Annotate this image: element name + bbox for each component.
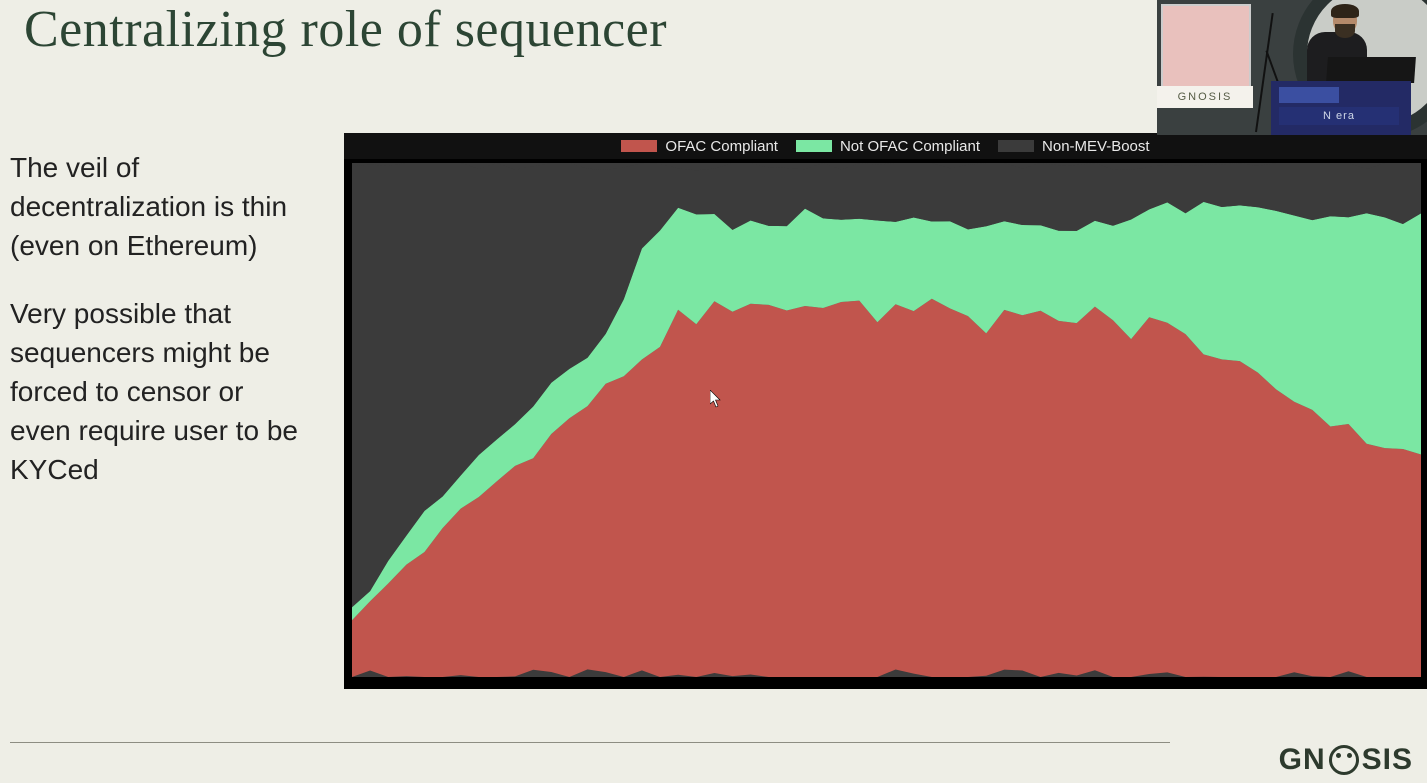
presentation-screen-mini xyxy=(1161,4,1251,90)
footer-rule xyxy=(10,742,1170,743)
screen-brand-bar: GNOSIS xyxy=(1157,86,1253,108)
legend-item-non-mev: Non-MEV-Boost xyxy=(998,138,1150,155)
legend-item-ofac: OFAC Compliant xyxy=(621,138,778,155)
laptop-icon xyxy=(1326,57,1416,83)
slide-body: The veil of decentralization is thin (ev… xyxy=(10,148,310,518)
podium-sponsor-2: N era xyxy=(1279,107,1399,125)
speaker-camera-inset: GNOSIS N era xyxy=(1157,0,1427,135)
chart-svg xyxy=(352,163,1421,677)
chart-legend: OFAC Compliant Not OFAC Compliant Non-ME… xyxy=(344,133,1427,159)
legend-swatch-ofac xyxy=(621,140,657,152)
legend-item-not-ofac: Not OFAC Compliant xyxy=(796,138,980,155)
podium: N era xyxy=(1271,81,1411,135)
logo-part-sis: SIS xyxy=(1362,743,1413,777)
podium-sponsor-1 xyxy=(1279,87,1339,103)
chart-plot-area xyxy=(352,163,1421,677)
slide-title: Centralizing role of sequencer xyxy=(24,0,667,59)
legend-swatch-non-mev xyxy=(998,140,1034,152)
paragraph-1: The veil of decentralization is thin (ev… xyxy=(10,148,310,266)
stacked-area-chart: OFAC Compliant Not OFAC Compliant Non-ME… xyxy=(344,133,1427,689)
legend-label-non-mev: Non-MEV-Boost xyxy=(1042,138,1150,155)
legend-label-ofac: OFAC Compliant xyxy=(665,138,778,155)
logo-part-gn: GN xyxy=(1279,743,1326,777)
owl-icon xyxy=(1329,745,1359,775)
legend-label-not-ofac: Not OFAC Compliant xyxy=(840,138,980,155)
paragraph-2: Very possible that sequencers might be f… xyxy=(10,294,310,490)
slide: Centralizing role of sequencer The veil … xyxy=(0,0,1427,783)
legend-swatch-not-ofac xyxy=(796,140,832,152)
gnosis-logo: GN SIS xyxy=(1279,743,1413,777)
